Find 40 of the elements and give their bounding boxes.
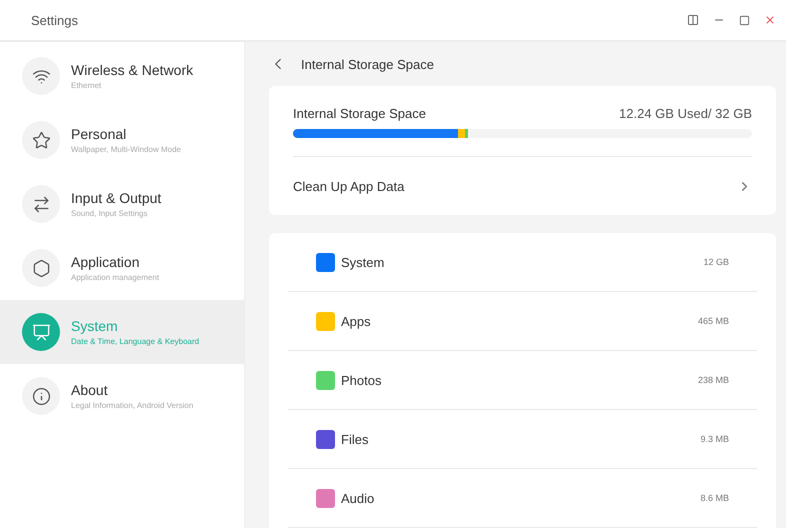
arrows-icon: [22, 185, 60, 223]
sidebar-item-label: Input & Output: [71, 190, 162, 206]
maximize-icon[interactable]: [739, 14, 750, 26]
sidebar-item-label: Wireless & Network: [71, 62, 194, 78]
category-name: Photos: [341, 372, 382, 388]
sidebar-item[interactable]: Personal Wallpaper, Multi-Window Mode: [0, 108, 244, 172]
category-name: Audio: [341, 490, 374, 506]
storage-label: Internal Storage Space: [293, 106, 426, 121]
category-size: 238 MB: [698, 375, 729, 385]
category-size: 465 MB: [698, 316, 729, 326]
sidebar-item-label: Personal: [71, 126, 128, 142]
sidebar-item[interactable]: About Legal Information, Android Version: [0, 364, 244, 428]
category-size: 9.3 MB: [700, 434, 729, 444]
sidebar-item-label: Application: [71, 254, 140, 270]
window-title: Settings: [31, 12, 79, 28]
wifi-icon: [22, 57, 60, 95]
close-icon[interactable]: [764, 14, 776, 26]
page-title: Internal Storage Space: [301, 56, 434, 72]
sidebar-item-label: About: [71, 382, 109, 398]
sidebar-item-subtitle: Legal Information, Android Version: [71, 401, 194, 410]
sidebar-item-label: System: [71, 318, 119, 334]
split-view-icon[interactable]: [687, 14, 699, 26]
category-size: 8.6 MB: [700, 493, 729, 503]
category-name: Apps: [341, 314, 371, 328]
sidebar-item-subtitle: Wallpaper, Multi-Window Mode: [71, 145, 181, 154]
sidebar-item[interactable]: Wireless & Network Ethernet: [0, 44, 244, 108]
presentation-screen-icon: [22, 313, 60, 351]
category-size: 12 GB: [703, 257, 729, 267]
sidebar-item[interactable]: Input & Output Sound, Input Settings: [0, 172, 244, 236]
sidebar-item-subtitle: Date & Time, Language & Keyboard: [71, 337, 200, 346]
info-icon: [22, 377, 60, 415]
storage-usage: 12.24 GB Used/ 32 GB: [619, 106, 752, 121]
sidebar-item[interactable]: Application Application management: [0, 236, 244, 300]
clean-up-row[interactable]: Clean Up App Data: [293, 157, 752, 215]
sidebar-item-subtitle: Application management: [71, 273, 160, 282]
sidebar-item-subtitle: Ethernet: [71, 81, 102, 90]
category-name: Files: [341, 432, 368, 446]
clean-up-label: Clean Up App Data: [293, 178, 404, 194]
category-name: System: [341, 254, 384, 270]
sidebar-item-subtitle: Sound, Input Settings: [71, 209, 148, 218]
